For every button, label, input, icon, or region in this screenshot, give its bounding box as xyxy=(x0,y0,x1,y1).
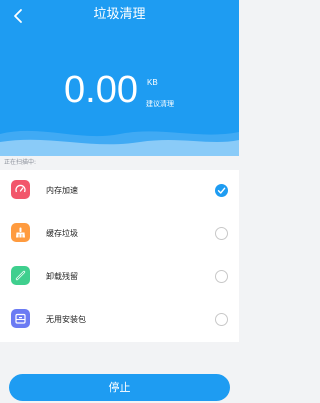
install-package-icon xyxy=(11,309,30,328)
item-label: 无用安装包 xyxy=(46,315,86,324)
memory-speed-icon xyxy=(11,180,30,199)
list-item-useless-packages[interactable]: 无用安装包 xyxy=(0,299,239,342)
junk-size-value: 0.00 xyxy=(64,69,138,111)
cleanup-header: 垃圾清理 0.00 KB 建议清理 xyxy=(0,0,239,156)
stop-button[interactable]: 停止 xyxy=(9,374,230,401)
junk-size-unit: KB xyxy=(147,78,158,87)
item-checkbox[interactable] xyxy=(215,313,228,326)
suggest-clean-label: 建议清理 xyxy=(146,100,174,108)
item-checkbox[interactable] xyxy=(215,227,228,240)
item-label: 卸载残留 xyxy=(46,272,78,281)
scanning-status: 正在扫描中: xyxy=(4,159,37,166)
list-item-memory-speed[interactable]: 内存加速 xyxy=(0,170,239,213)
list-item-cache-junk[interactable]: 缓存垃圾 xyxy=(0,213,239,256)
item-checkbox[interactable] xyxy=(215,184,228,197)
uninstall-residue-icon xyxy=(11,266,30,285)
list-item-uninstall-residue[interactable]: 卸载残留 xyxy=(0,256,239,299)
wave-decoration xyxy=(0,130,239,156)
item-label: 缓存垃圾 xyxy=(46,229,78,238)
broom-icon xyxy=(11,223,30,242)
item-checkbox[interactable] xyxy=(215,270,228,283)
cleanup-item-list: 内存加速 缓存垃圾 卸载残留 无用安装包 xyxy=(0,170,239,342)
page-title: 垃圾清理 xyxy=(93,7,146,22)
checkmark-icon xyxy=(217,187,226,194)
item-label: 内存加速 xyxy=(46,186,78,195)
